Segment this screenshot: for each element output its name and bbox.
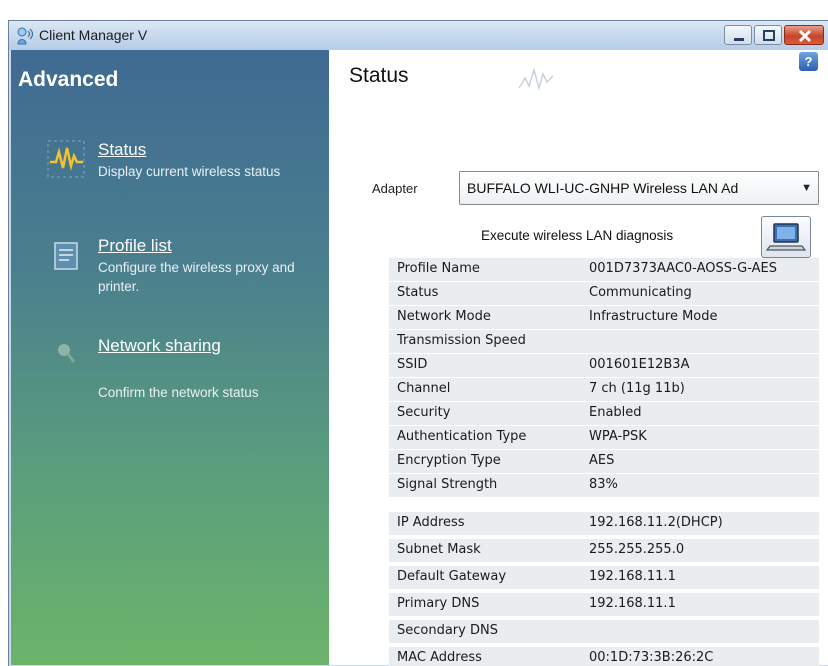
table-row: IP Address 192.168.11.2(DHCP) <box>389 512 819 535</box>
status-wave-icon <box>47 140 85 178</box>
info-key: Encryption Type <box>397 453 501 468</box>
info-value: 001601E12B3A <box>589 357 690 372</box>
sidebar-item-status-label[interactable]: Status <box>98 140 146 160</box>
sidebar-item-profile-list-label[interactable]: Profile list <box>98 236 172 256</box>
minimize-icon <box>734 38 744 41</box>
table-row: Default Gateway 192.168.11.1 <box>389 566 819 589</box>
table-row: Encryption Type AES <box>389 450 819 473</box>
diagnosis-label: Execute wireless LAN diagnosis <box>481 228 674 243</box>
info-key: Subnet Mask <box>397 542 481 557</box>
info-key: Status <box>397 285 439 300</box>
info-value: 192.168.11.1 <box>589 596 676 611</box>
table-row: Status Communicating <box>389 282 819 305</box>
close-icon <box>798 29 812 43</box>
info-value: 192.168.11.1 <box>589 569 676 584</box>
info-key: MAC Address <box>397 650 482 665</box>
info-value: Enabled <box>589 405 642 420</box>
info-key: SSID <box>397 357 428 372</box>
main-panel: Status ? Adapter BUFFALO WLI-UC-GNHP Wir… <box>329 50 828 666</box>
table-row: Network Mode Infrastructure Mode <box>389 306 819 329</box>
info-value: 00:1D:73:3B:26:2C <box>589 650 714 665</box>
info-value: 83% <box>589 477 618 492</box>
table-row: Authentication Type WPA-PSK <box>389 426 819 449</box>
info-value: Infrastructure Mode <box>589 309 718 324</box>
info-key: Authentication Type <box>397 429 527 444</box>
window-title: Client Manager V <box>39 27 148 43</box>
table-row: Secondary DNS <box>389 620 819 643</box>
maximize-icon <box>763 30 775 41</box>
table-row: SSID 001601E12B3A <box>389 354 819 377</box>
sidebar-item-network-sharing-label[interactable]: Network sharing <box>98 336 221 356</box>
table-row: Profile Name 001D7373AAC0-AOSS-G-AES <box>389 258 819 281</box>
help-button[interactable]: ? <box>799 52 818 71</box>
adapter-select-value: BUFFALO WLI-UC-GNHP Wireless LAN Ad <box>467 180 739 196</box>
sidebar-item-network-sharing-description: Confirm the network status <box>98 385 259 400</box>
info-value: WPA-PSK <box>589 429 647 444</box>
profile-list-icon <box>54 242 78 270</box>
info-key: Security <box>397 405 451 420</box>
table-row: Transmission Speed <box>389 330 819 353</box>
info-key: Transmission Speed <box>397 333 526 348</box>
chevron-down-icon: ▼ <box>801 182 812 194</box>
table-row: Channel 7 ch (11g 11b) <box>389 378 819 401</box>
info-value: 255.255.255.0 <box>589 542 685 557</box>
info-value: 7 ch (11g 11b) <box>589 381 685 396</box>
sidebar-item-status-description: Display current wireless status <box>98 164 281 179</box>
title-bar: Client Manager V <box>9 21 828 50</box>
info-value: AES <box>589 453 615 468</box>
client-manager-window: Client Manager V Advanced Status Display… <box>8 20 828 666</box>
table-row: Signal Strength 83% <box>389 474 819 497</box>
page-title: Status <box>349 64 409 87</box>
network-search-icon <box>58 344 76 363</box>
sidebar: Advanced Status Display current wireless… <box>11 50 329 665</box>
info-key: Primary DNS <box>397 596 480 611</box>
app-icon <box>17 27 34 45</box>
info-key: Signal Strength <box>397 477 498 492</box>
table-row: MAC Address 00:1D:73:3B:26:2C <box>389 647 819 666</box>
info-value: 192.168.11.2(DHCP) <box>589 515 723 530</box>
adapter-select[interactable]: BUFFALO WLI-UC-GNHP Wireless LAN Ad ▼ <box>459 171 819 205</box>
sidebar-title: Advanced <box>18 68 119 91</box>
minimize-button[interactable] <box>724 25 752 45</box>
info-key: Channel <box>397 381 451 396</box>
adapter-label: Adapter <box>372 181 418 196</box>
info-key: IP Address <box>397 515 465 530</box>
status-wave-logo-icon <box>518 67 554 91</box>
sidebar-item-profile-list-description: Configure the wireless proxy and printer… <box>98 260 295 294</box>
info-value: Communicating <box>589 285 692 300</box>
info-key: Default Gateway <box>397 569 507 584</box>
info-value: 001D7373AAC0-AOSS-G-AES <box>589 261 777 276</box>
table-row: Security Enabled <box>389 402 819 425</box>
close-button[interactable] <box>784 25 824 45</box>
diagnosis-button[interactable] <box>761 216 811 258</box>
table-row: Subnet Mask 255.255.255.0 <box>389 539 819 562</box>
laptop-diagnosis-icon <box>765 223 807 251</box>
info-key: Network Mode <box>397 309 491 324</box>
info-key: Profile Name <box>397 261 480 276</box>
table-row: Primary DNS 192.168.11.1 <box>389 593 819 616</box>
maximize-button[interactable] <box>754 25 782 45</box>
info-key: Secondary DNS <box>397 623 498 638</box>
